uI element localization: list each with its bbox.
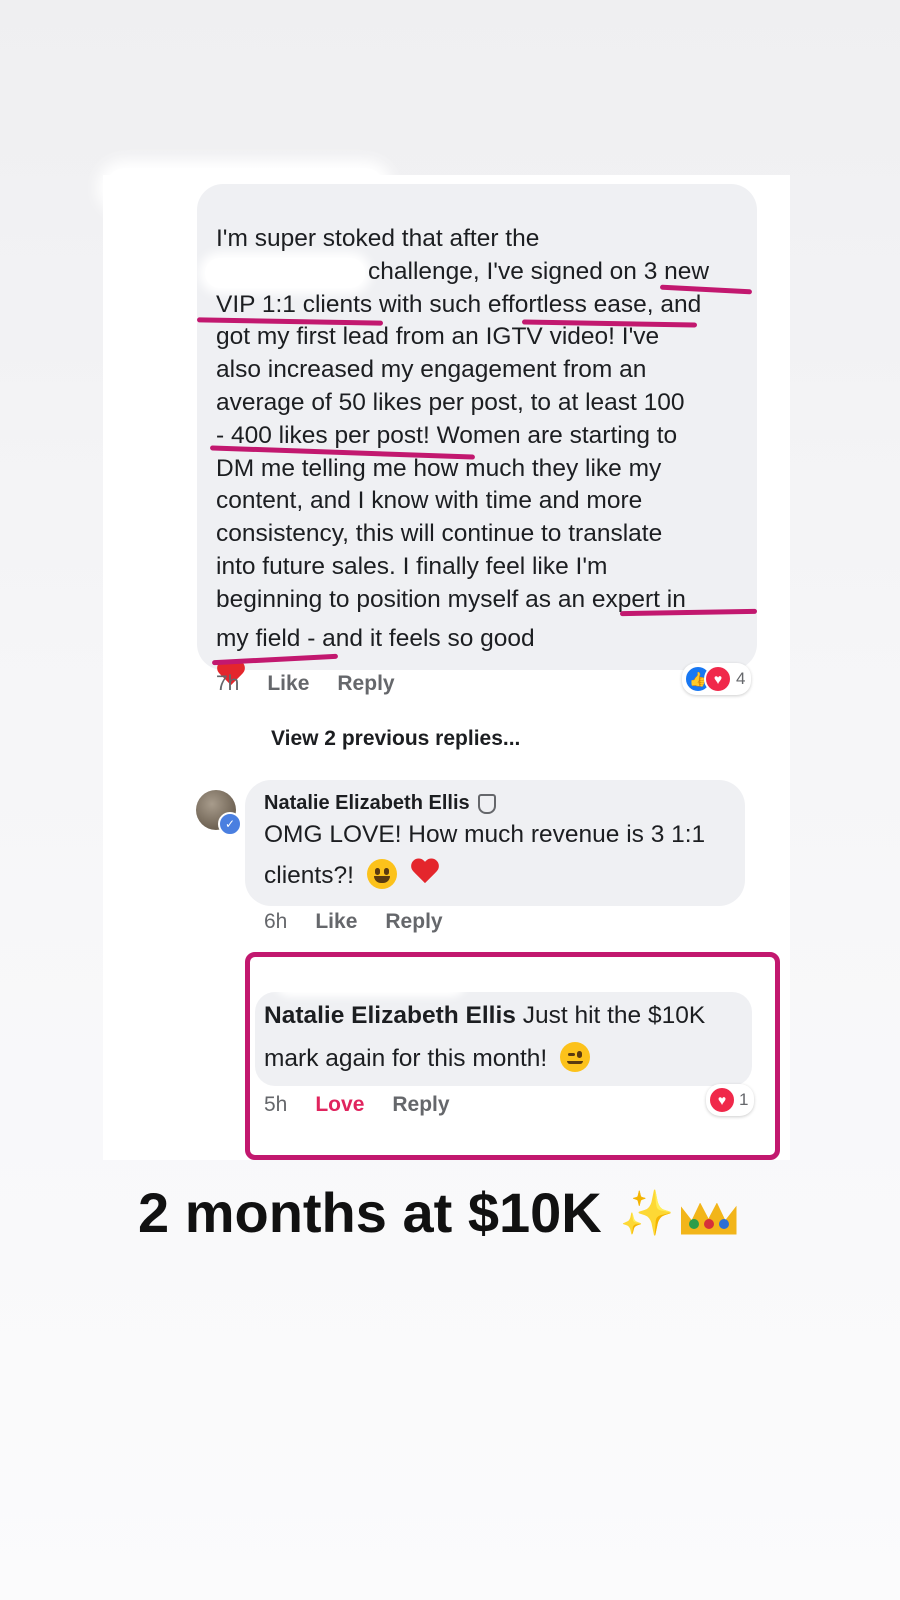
comment-line: into future sales. I finally feel like I… xyxy=(216,552,608,580)
comment-line: also increased my engagement from an xyxy=(216,356,647,384)
reply-author[interactable]: Natalie Elizabeth Ellis xyxy=(264,792,470,815)
sparkles-icon: ✨ xyxy=(619,1188,675,1238)
avatar[interactable]: ✓ xyxy=(196,790,242,836)
comment-last-line-text: my field - and it feels so good xyxy=(216,624,535,652)
comment-actions: 7h Like Reply xyxy=(216,672,395,696)
comment-line: VIP 1:1 clients with such effortless eas… xyxy=(216,290,702,318)
reaction-summary[interactable]: 👍 ♥ 4 xyxy=(682,663,752,695)
reply-button[interactable]: Reply xyxy=(385,910,442,934)
reply-button[interactable]: Reply xyxy=(337,672,394,696)
highlight-box xyxy=(245,952,780,1160)
caption-text: 2 months at $10K xyxy=(138,1181,602,1244)
grinning-face-icon xyxy=(366,859,397,889)
comment-line: content, and I know with time and more xyxy=(216,487,643,515)
red-heart-icon xyxy=(410,859,440,887)
verified-check-icon: ✓ xyxy=(218,812,242,836)
reply-text-line: clients?! xyxy=(264,862,354,889)
reaction-count: 4 xyxy=(736,669,746,688)
shield-icon xyxy=(477,793,496,814)
reply-text-line: OMG LOVE! How much revenue is 3 1:1 xyxy=(264,821,706,848)
like-button[interactable]: Like xyxy=(315,910,357,934)
comment-time: 7h xyxy=(216,672,240,695)
view-previous-replies-link[interactable]: View 2 previous replies... xyxy=(271,727,520,751)
story-caption: 2 months at $10K ✨ xyxy=(138,1180,737,1245)
comment-line: challenge, I've signed on 3 new xyxy=(368,257,710,285)
love-icon: ♥ xyxy=(704,665,732,693)
comment-line: consistency, this will continue to trans… xyxy=(216,520,663,548)
reply-time: 6h xyxy=(264,910,288,933)
reply-actions: 6h Like Reply xyxy=(264,910,443,934)
comment-line: average of 50 likes per post, to at leas… xyxy=(216,388,685,416)
like-button[interactable]: Like xyxy=(267,672,309,696)
reply-content: Natalie Elizabeth Ellis OMG LOVE! How mu… xyxy=(264,792,705,890)
crown-icon xyxy=(680,1191,737,1235)
comment-line: I'm super stoked that after the xyxy=(216,225,540,252)
